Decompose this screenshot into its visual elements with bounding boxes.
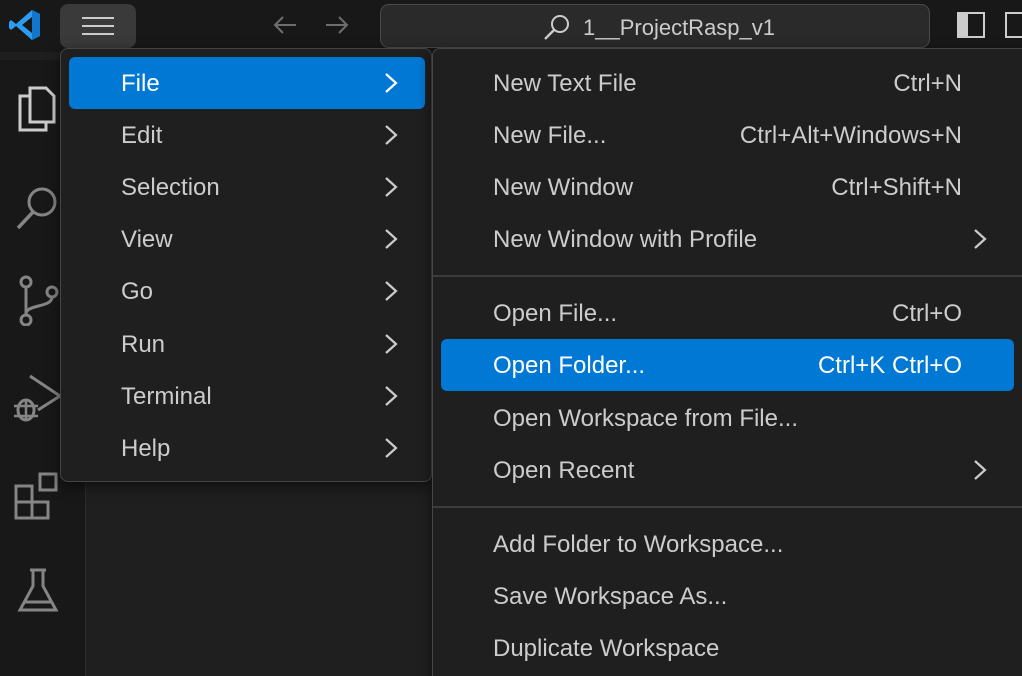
menu-item-label: New Text File: [493, 70, 637, 97]
menu-button[interactable]: [60, 4, 136, 48]
arrow-right-icon: [326, 16, 349, 34]
chevron-right-icon: [385, 73, 398, 93]
application-menu: File Edit Selection View Go Run Terminal…: [60, 48, 432, 482]
keyboard-shortcut: Ctrl+Alt+Windows+N: [739, 122, 962, 149]
menu-item-label: Go: [121, 278, 154, 305]
menu-item-duplicate-workspace[interactable]: Duplicate Workspace: [441, 622, 1014, 674]
menu-item-open-folder[interactable]: Open Folder... Ctrl+K Ctrl+O: [441, 339, 1014, 391]
project-title: 1__ProjectRasp_v1: [583, 15, 776, 40]
menu-separator: [433, 506, 1022, 508]
menu-item-selection[interactable]: Selection: [69, 161, 425, 213]
source-control-button[interactable]: [12, 274, 64, 327]
layout-sidebar-icon: [957, 12, 985, 38]
testing-button[interactable]: [12, 566, 64, 618]
vscode-logo: [8, 8, 42, 42]
keyboard-shortcut: Ctrl+N: [893, 70, 962, 97]
menu-item-label: Selection: [121, 174, 220, 201]
explorer-button[interactable]: [12, 82, 64, 134]
menu-item-label: Open Recent: [493, 457, 635, 484]
menu-item-label: New Window: [493, 174, 634, 201]
chevron-right-icon: [974, 460, 987, 480]
chevron-right-icon: [385, 229, 398, 249]
menu-item-open-file[interactable]: Open File... Ctrl+O: [441, 287, 1014, 339]
chevron-right-icon: [385, 438, 398, 458]
arrow-left-icon: [273, 16, 296, 34]
menu-item-new-file[interactable]: New File... Ctrl+Alt+Windows+N: [441, 109, 1014, 161]
layout-panel-icon: [1005, 12, 1022, 38]
menu-item-open-recent[interactable]: Open Recent: [441, 444, 1014, 496]
menu-item-label: Open File...: [493, 300, 618, 327]
menu-item-open-workspace-from-file[interactable]: Open Workspace from File...: [441, 392, 1014, 444]
menu-item-label: Run: [121, 331, 166, 358]
toggle-sidebar-button[interactable]: [956, 10, 986, 45]
menu-item-go[interactable]: Go: [69, 265, 425, 317]
menu-item-save-workspace-as[interactable]: Save Workspace As...: [441, 570, 1014, 622]
menu-item-label: Duplicate Workspace: [493, 635, 720, 662]
keyboard-shortcut: Ctrl+K Ctrl+O: [817, 352, 962, 379]
keyboard-shortcut: Ctrl+O: [891, 300, 962, 327]
chevron-right-icon: [385, 125, 398, 145]
menu-item-add-folder-to-workspace[interactable]: Add Folder to Workspace...: [441, 518, 1014, 570]
search-icon: [544, 15, 569, 40]
menu-item-run[interactable]: Run: [69, 318, 425, 370]
menu-item-label: Save Workspace As...: [493, 583, 728, 610]
file-submenu: New Text File Ctrl+N New File... Ctrl+Al…: [432, 48, 1022, 676]
run-debug-button[interactable]: [12, 372, 64, 424]
search-icon: [16, 187, 57, 230]
run-debug-icon: [14, 374, 63, 422]
extensions-button[interactable]: [12, 468, 64, 520]
menu-item-label: New File...: [493, 122, 607, 149]
menu-item-label: View: [121, 226, 173, 253]
menu-item-terminal[interactable]: Terminal: [69, 370, 425, 422]
chevron-right-icon: [385, 334, 398, 354]
extensions-icon: [14, 472, 58, 520]
menu-item-label: Open Folder...: [493, 352, 646, 379]
menu-item-help[interactable]: Help: [69, 422, 425, 474]
testing-icon: [17, 568, 59, 612]
chevron-right-icon: [385, 386, 398, 406]
menu-item-label: File: [121, 70, 160, 97]
search-view-button[interactable]: [12, 182, 64, 234]
menu-icon: [82, 17, 114, 35]
menu-item-label: Open Workspace from File...: [493, 405, 798, 432]
menu-item-file[interactable]: File: [69, 57, 425, 109]
menu-item-label: Edit: [121, 122, 163, 149]
menu-item-new-window-with-profile[interactable]: New Window with Profile: [441, 213, 1014, 265]
command-center[interactable]: 1__ProjectRasp_v1: [380, 4, 930, 48]
menu-item-new-text-file[interactable]: New Text File Ctrl+N: [441, 57, 1014, 109]
explorer-icon: [18, 86, 56, 132]
menu-item-label: Help: [121, 435, 171, 462]
menu-item-label: Add Folder to Workspace...: [493, 531, 784, 558]
source-control-icon: [19, 275, 59, 327]
forward-button[interactable]: [322, 10, 352, 45]
chevron-right-icon: [974, 229, 987, 249]
menu-item-label: New Window with Profile: [493, 226, 758, 253]
menu-item-new-window[interactable]: New Window Ctrl+Shift+N: [441, 161, 1014, 213]
keyboard-shortcut: Ctrl+Shift+N: [831, 174, 962, 201]
menu-item-view[interactable]: View: [69, 213, 425, 265]
menu-item-label: Terminal: [121, 383, 212, 410]
title-bar: 1__ProjectRasp_v1: [0, 0, 1022, 52]
menu-separator: [433, 275, 1022, 277]
back-button[interactable]: [270, 10, 300, 45]
toggle-panel-button[interactable]: [1004, 10, 1022, 45]
chevron-right-icon: [385, 281, 398, 301]
menu-item-edit[interactable]: Edit: [69, 109, 425, 161]
chevron-right-icon: [385, 177, 398, 197]
